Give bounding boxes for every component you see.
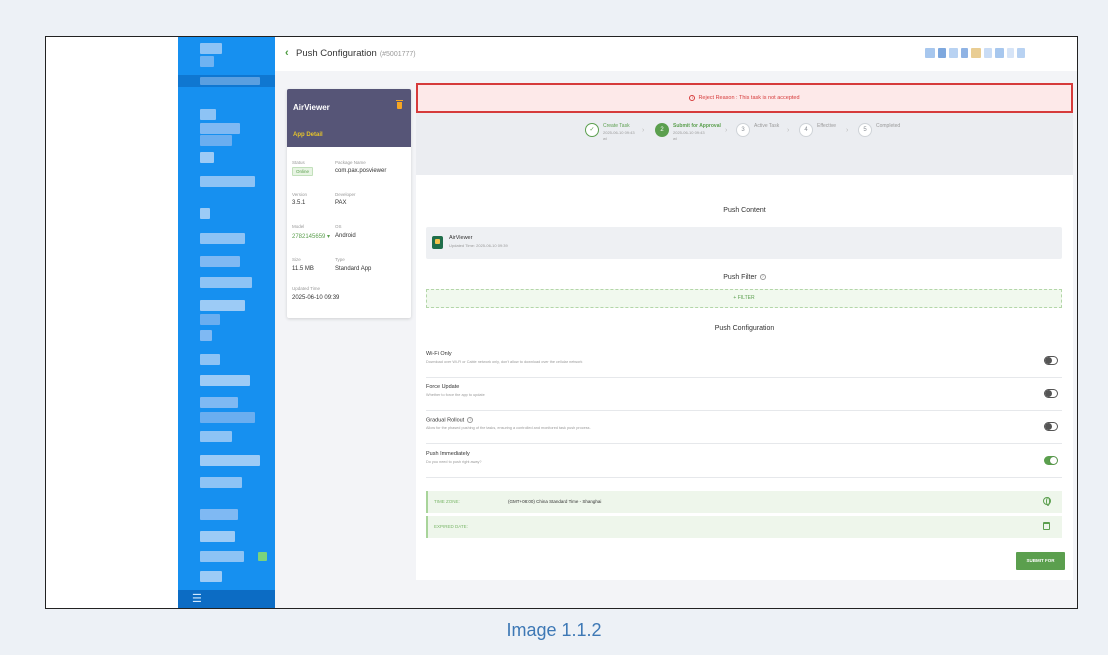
- config-title: Push Immediately: [426, 451, 470, 457]
- config-row-force-update: Force Update Whether to force the app to…: [426, 378, 1062, 411]
- expired-date-field[interactable]: EXPIRED DATE:: [426, 516, 1062, 538]
- sidebar-item[interactable]: [200, 412, 255, 423]
- sidebar-item[interactable]: [200, 233, 245, 244]
- step-number: 4: [799, 123, 813, 137]
- push-immediately-toggle[interactable]: [1044, 456, 1058, 465]
- gradual-rollout-toggle[interactable]: [1044, 422, 1058, 431]
- config-desc: Do you need to push right away?: [426, 460, 482, 464]
- config-title: Wi-Fi Only: [426, 351, 452, 357]
- sidebar-item[interactable]: [200, 77, 260, 85]
- reject-reason-banner: ! Reject Reason : This task is not accept…: [416, 83, 1073, 113]
- sidebar-item[interactable]: [200, 330, 212, 341]
- step-title: Completed: [876, 123, 901, 129]
- step-title: Active Task: [754, 123, 780, 129]
- sidebar-item[interactable]: [200, 43, 222, 54]
- sidebar-item[interactable]: [200, 571, 222, 582]
- push-configuration-title: Push Configuration: [714, 325, 775, 332]
- step-create-task: ✓ Create Task 2025-06-10 09:43 wl: [585, 123, 635, 142]
- step-user: wl: [603, 136, 607, 141]
- step-effective: 4 Effective: [799, 123, 836, 137]
- timezone-field[interactable]: TIME ZONE: (GMT+08:00) China Standard Ti…: [426, 491, 1062, 513]
- sidebar: ☰: [178, 37, 275, 608]
- config-desc: Whether to force the app to update: [426, 393, 485, 397]
- chevron-right-icon: ›: [725, 127, 728, 134]
- chevron-right-icon: ›: [787, 127, 790, 134]
- force-update-toggle[interactable]: [1044, 389, 1058, 398]
- app-icon: [432, 236, 443, 249]
- step-date: 2025-06-10 09:43: [603, 130, 635, 135]
- chevron-right-icon: ›: [846, 127, 849, 134]
- sidebar-item[interactable]: [200, 123, 240, 134]
- sidebar-item[interactable]: [200, 56, 214, 67]
- help-icon[interactable]: ?: [759, 274, 766, 281]
- step-active-task: 3 Active Task: [736, 123, 779, 137]
- sidebar-item[interactable]: [200, 431, 232, 442]
- push-content-title: Push Content: [723, 207, 766, 214]
- screenshot-frame: ☰ ‹ Push Configuration (#5001777) AirView…: [45, 36, 1078, 609]
- step-title: Effective: [817, 123, 837, 129]
- left-gutter: [46, 37, 178, 608]
- step-title: Create Task: [603, 123, 630, 129]
- sidebar-item[interactable]: [200, 152, 214, 163]
- help-icon[interactable]: ?: [467, 417, 474, 423]
- step-number: 5: [858, 123, 872, 137]
- main-panel-wrapper: ! Reject Reason : This task is not accept…: [275, 37, 1077, 608]
- step-completed: 5 Completed: [858, 123, 900, 137]
- sidebar-item[interactable]: [200, 531, 235, 542]
- step-user: wl: [673, 136, 677, 141]
- add-filter-button[interactable]: + FILTER: [426, 289, 1062, 308]
- submit-for-approval-button[interactable]: SUBMIT FOR APPROVAL: [1016, 552, 1065, 581]
- step-title: Submit for Approval: [673, 123, 721, 129]
- task-steps: ✓ Create Task 2025-06-10 09:43 wl › 2 Su…: [416, 113, 1073, 175]
- timezone-label: TIME ZONE:: [434, 499, 460, 504]
- image-caption: Image 1.1.2: [506, 620, 602, 640]
- chevron-right-icon: ›: [642, 127, 645, 134]
- sidebar-item[interactable]: [200, 109, 216, 120]
- warning-circle-icon: !: [689, 94, 696, 101]
- sidebar-item[interactable]: [200, 208, 210, 219]
- sidebar-item[interactable]: [200, 135, 232, 146]
- step-number: 3: [736, 123, 750, 137]
- push-app-name: AirViewer: [449, 235, 473, 241]
- sidebar-item[interactable]: [200, 314, 220, 325]
- config-row-gradual-rollout: Gradual Rollout? Allow for the phased pu…: [426, 411, 1062, 444]
- config-title: Force Update: [426, 384, 460, 390]
- sidebar-item[interactable]: [200, 551, 244, 562]
- check-icon: ✓: [585, 123, 599, 137]
- push-filter-title: Push Filter?: [723, 274, 766, 281]
- sidebar-item[interactable]: [200, 397, 238, 408]
- sidebar-badge: [258, 552, 267, 561]
- sidebar-item[interactable]: [200, 354, 220, 365]
- step-number: 2: [655, 123, 669, 137]
- push-content-item: AirViewer Updated Time: 2025-06-10 09:39: [426, 227, 1062, 259]
- wifi-only-toggle[interactable]: [1044, 356, 1058, 365]
- sidebar-item[interactable]: [200, 256, 240, 267]
- calendar-icon[interactable]: [1043, 522, 1050, 530]
- config-desc: Download over Wi-Fi or Cable network onl…: [426, 360, 583, 364]
- expired-date-label: EXPIRED DATE:: [434, 524, 468, 529]
- globe-icon[interactable]: [1043, 497, 1051, 506]
- sidebar-item[interactable]: [200, 477, 242, 488]
- push-app-time: Updated Time: 2025-06-10 09:39: [449, 243, 508, 248]
- timezone-value: (GMT+08:00) China Standard Time - Shangh…: [508, 499, 602, 504]
- config-title: Gradual Rollout?: [426, 417, 474, 424]
- menu-icon[interactable]: ☰: [178, 590, 275, 608]
- sidebar-item[interactable]: [200, 509, 238, 520]
- config-row-wifi-only: Wi-Fi Only Download over Wi-Fi or Cable …: [426, 345, 1062, 378]
- sidebar-item[interactable]: [200, 300, 245, 311]
- step-submit-approval: 2 Submit for Approval 2025-06-10 09:43 w…: [655, 123, 721, 142]
- sidebar-item[interactable]: [200, 176, 255, 187]
- sidebar-item[interactable]: [200, 455, 260, 466]
- sidebar-item[interactable]: [200, 375, 250, 386]
- config-row-push-immediately: Push Immediately Do you need to push rig…: [426, 445, 1062, 478]
- sidebar-item[interactable]: [200, 277, 252, 288]
- config-desc: Allow for the phased pushing of the task…: [426, 426, 591, 430]
